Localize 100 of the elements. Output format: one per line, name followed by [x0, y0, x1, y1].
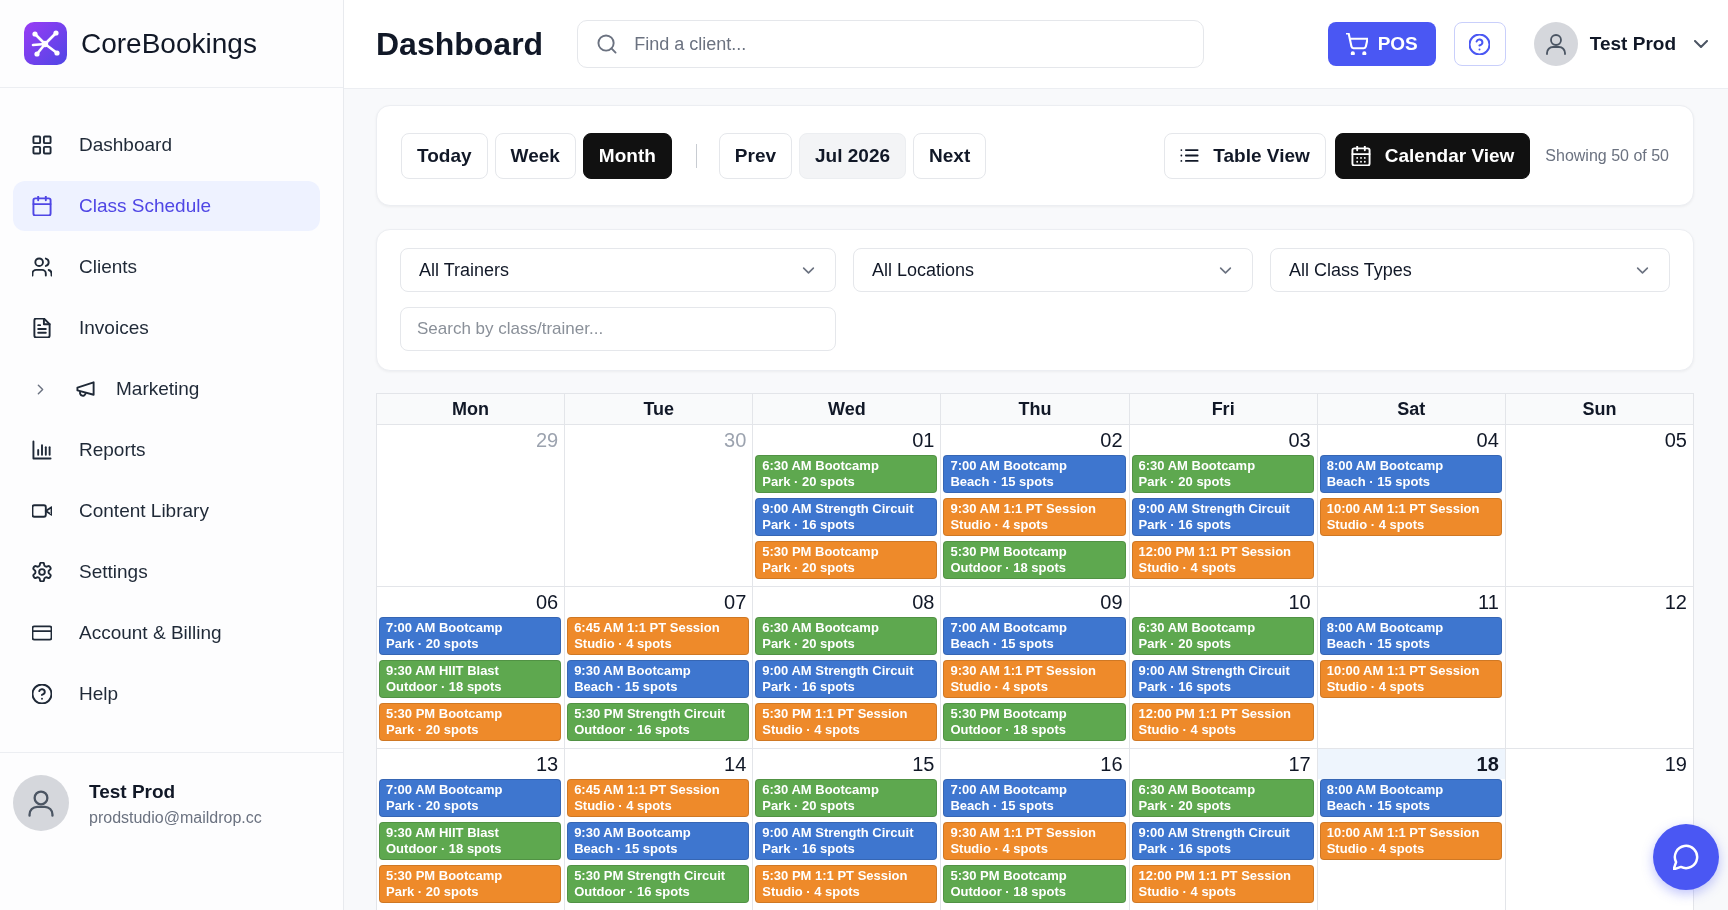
- class-event[interactable]: 5:30 PM 1:1 PT Session Studio · 4 spots: [755, 865, 938, 903]
- class-event[interactable]: 7:00 AM Bootcamp Beach · 15 spots: [943, 779, 1126, 817]
- class-event[interactable]: 7:00 AM Bootcamp Park · 20 spots: [379, 617, 562, 655]
- class-event[interactable]: 9:30 AM Bootcamp Beach · 15 spots: [567, 660, 750, 698]
- class-event[interactable]: 12:00 PM 1:1 PT Session Studio · 4 spots: [1131, 541, 1314, 579]
- filter-select[interactable]: All Locations: [853, 248, 1253, 292]
- class-event[interactable]: 9:30 AM HIIT Blast Outdoor · 18 spots: [379, 660, 562, 698]
- nav-item[interactable]: Marketing: [13, 364, 320, 414]
- class-event[interactable]: 8:00 AM Bootcamp Beach · 15 spots: [1319, 617, 1502, 655]
- nav-item[interactable]: Account & Billing: [13, 608, 320, 658]
- help-button[interactable]: [1453, 22, 1506, 66]
- credit-card-icon: [32, 623, 52, 643]
- help-icon: [1469, 33, 1491, 55]
- range-button[interactable]: Week: [494, 132, 576, 179]
- calendar-icon: [1350, 145, 1371, 166]
- class-event[interactable]: 9:00 AM Strength Circuit Park · 16 spots: [755, 822, 938, 860]
- class-event[interactable]: 5:30 PM Bootcamp Park · 20 spots: [755, 541, 938, 579]
- class-event[interactable]: 6:30 AM Bootcamp Park · 20 spots: [1131, 455, 1314, 493]
- nav-item[interactable]: Class Schedule: [13, 181, 320, 231]
- class-event[interactable]: 7:00 AM Bootcamp Beach · 15 spots: [943, 455, 1126, 493]
- class-event[interactable]: 5:30 PM 1:1 PT Session Studio · 4 spots: [755, 703, 938, 741]
- range-button[interactable]: Today: [401, 132, 488, 179]
- chat-bubble-icon: [1673, 844, 1699, 870]
- user-email: prodstudio@maildrop.cc: [89, 809, 262, 827]
- filter-select[interactable]: All Trainers: [400, 248, 836, 292]
- class-event[interactable]: 9:30 AM Bootcamp Beach · 15 spots: [567, 822, 750, 860]
- weekday-header: Tue: [565, 394, 754, 425]
- class-event[interactable]: 12:00 PM 1:1 PT Session Studio · 4 spots: [1131, 865, 1314, 903]
- users-icon: [32, 257, 52, 277]
- class-event[interactable]: 7:00 AM Bootcamp Beach · 15 spots: [943, 617, 1126, 655]
- class-event[interactable]: 10:00 AM 1:1 PT Session Studio · 4 spots: [1319, 822, 1502, 860]
- date-number: 18: [1476, 752, 1499, 776]
- class-event[interactable]: 8:00 AM Bootcamp Beach · 15 spots: [1319, 455, 1502, 493]
- date-number: 17: [1288, 752, 1311, 776]
- date-number: 12: [1664, 590, 1687, 614]
- cart-icon: [1345, 33, 1368, 55]
- filter-select[interactable]: All Class Types: [1270, 248, 1670, 292]
- class-event[interactable]: 9:30 AM HIIT Blast Outdoor · 18 spots: [379, 822, 562, 860]
- date-number: 03: [1288, 428, 1311, 452]
- class-event[interactable]: 8:00 AM Bootcamp Beach · 15 spots: [1319, 779, 1502, 817]
- class-event[interactable]: 6:30 AM Bootcamp Park · 20 spots: [755, 779, 938, 817]
- nav-item[interactable]: Settings: [13, 547, 320, 597]
- date-number: 11: [1478, 590, 1499, 614]
- weekday-header: Mon: [377, 394, 566, 425]
- class-event[interactable]: 9:00 AM Strength Circuit Park · 16 spots: [1131, 498, 1314, 536]
- list-icon: [1180, 146, 1200, 165]
- nav-item[interactable]: Dashboard: [13, 120, 320, 170]
- class-event[interactable]: 5:30 PM Strength Circuit Outdoor · 16 spots: [567, 703, 750, 741]
- nav-item[interactable]: Invoices: [13, 303, 320, 353]
- megaphone-icon: [76, 379, 96, 399]
- weekday-header: Sat: [1317, 394, 1506, 425]
- class-event[interactable]: 5:30 PM Bootcamp Outdoor · 18 spots: [943, 541, 1126, 579]
- class-event[interactable]: 9:00 AM Strength Circuit Park · 16 spots: [755, 660, 938, 698]
- logo-icon: [24, 22, 67, 65]
- class-event[interactable]: 9:00 AM Strength Circuit Park · 16 spots: [1131, 660, 1314, 698]
- class-event[interactable]: 10:00 AM 1:1 PT Session Studio · 4 spots: [1319, 498, 1502, 536]
- class-event[interactable]: 6:30 AM Bootcamp Park · 20 spots: [1131, 779, 1314, 817]
- search-field[interactable]: Search by class/trainer...: [400, 307, 836, 351]
- chat-button[interactable]: [1653, 824, 1719, 890]
- nav-item[interactable]: Help: [13, 669, 320, 719]
- next-button[interactable]: Next: [913, 132, 987, 179]
- period-button[interactable]: Jul 2026: [799, 132, 907, 179]
- class-event[interactable]: 9:30 AM 1:1 PT Session Studio · 4 spots: [943, 822, 1126, 860]
- pos-button[interactable]: POS: [1327, 22, 1436, 66]
- view-toggle-button[interactable]: Table View: [1164, 132, 1326, 179]
- class-event[interactable]: 5:30 PM Bootcamp Outdoor · 18 spots: [943, 865, 1126, 903]
- range-button[interactable]: Month: [582, 132, 672, 179]
- date-number: 07: [724, 590, 747, 614]
- date-number: 01: [912, 428, 935, 452]
- chevron-down-icon[interactable]: [1694, 40, 1708, 48]
- class-event[interactable]: 9:00 AM Strength Circuit Park · 16 spots: [755, 498, 938, 536]
- date-number: 08: [912, 590, 935, 614]
- class-event[interactable]: 9:30 AM 1:1 PT Session Studio · 4 spots: [943, 498, 1126, 536]
- class-event[interactable]: 12:00 PM 1:1 PT Session Studio · 4 spots: [1131, 703, 1314, 741]
- class-event[interactable]: 6:30 AM Bootcamp Park · 20 spots: [755, 455, 938, 493]
- search-icon: [597, 34, 618, 54]
- class-event[interactable]: 7:00 AM Bootcamp Park · 20 spots: [379, 779, 562, 817]
- class-event[interactable]: 5:30 PM Bootcamp Park · 20 spots: [379, 865, 562, 903]
- class-event[interactable]: 6:30 AM Bootcamp Park · 20 spots: [755, 617, 938, 655]
- nav-item[interactable]: Reports: [13, 425, 320, 475]
- class-event[interactable]: 5:30 PM Strength Circuit Outdoor · 16 spots: [567, 865, 750, 903]
- class-event[interactable]: 5:30 PM Bootcamp Park · 20 spots: [379, 703, 562, 741]
- class-event[interactable]: 6:45 AM 1:1 PT Session Studio · 4 spots: [567, 617, 750, 655]
- class-event[interactable]: 10:00 AM 1:1 PT Session Studio · 4 spots: [1319, 660, 1502, 698]
- grid-icon: [32, 135, 52, 155]
- weekday-header: Thu: [941, 394, 1130, 425]
- view-toggle-button[interactable]: Calendar View: [1334, 132, 1531, 179]
- class-event[interactable]: 5:30 PM Bootcamp Outdoor · 18 spots: [943, 703, 1126, 741]
- prev-button[interactable]: Prev: [718, 132, 793, 179]
- search-field[interactable]: Find a client...: [577, 20, 1205, 68]
- nav-item[interactable]: Clients: [13, 242, 320, 292]
- class-event[interactable]: 9:00 AM Strength Circuit Park · 16 spots: [1131, 822, 1314, 860]
- bar-chart-icon: [32, 440, 52, 460]
- class-event[interactable]: 6:45 AM 1:1 PT Session Studio · 4 spots: [567, 779, 750, 817]
- class-event[interactable]: 9:30 AM 1:1 PT Session Studio · 4 spots: [943, 660, 1126, 698]
- result-count: Showing 50 of 50: [1545, 146, 1669, 165]
- user-name: Test Prod: [89, 781, 177, 803]
- nav-item[interactable]: Content Library: [13, 486, 320, 536]
- class-event[interactable]: 6:30 AM Bootcamp Park · 20 spots: [1131, 617, 1314, 655]
- date-number: 04: [1476, 428, 1499, 452]
